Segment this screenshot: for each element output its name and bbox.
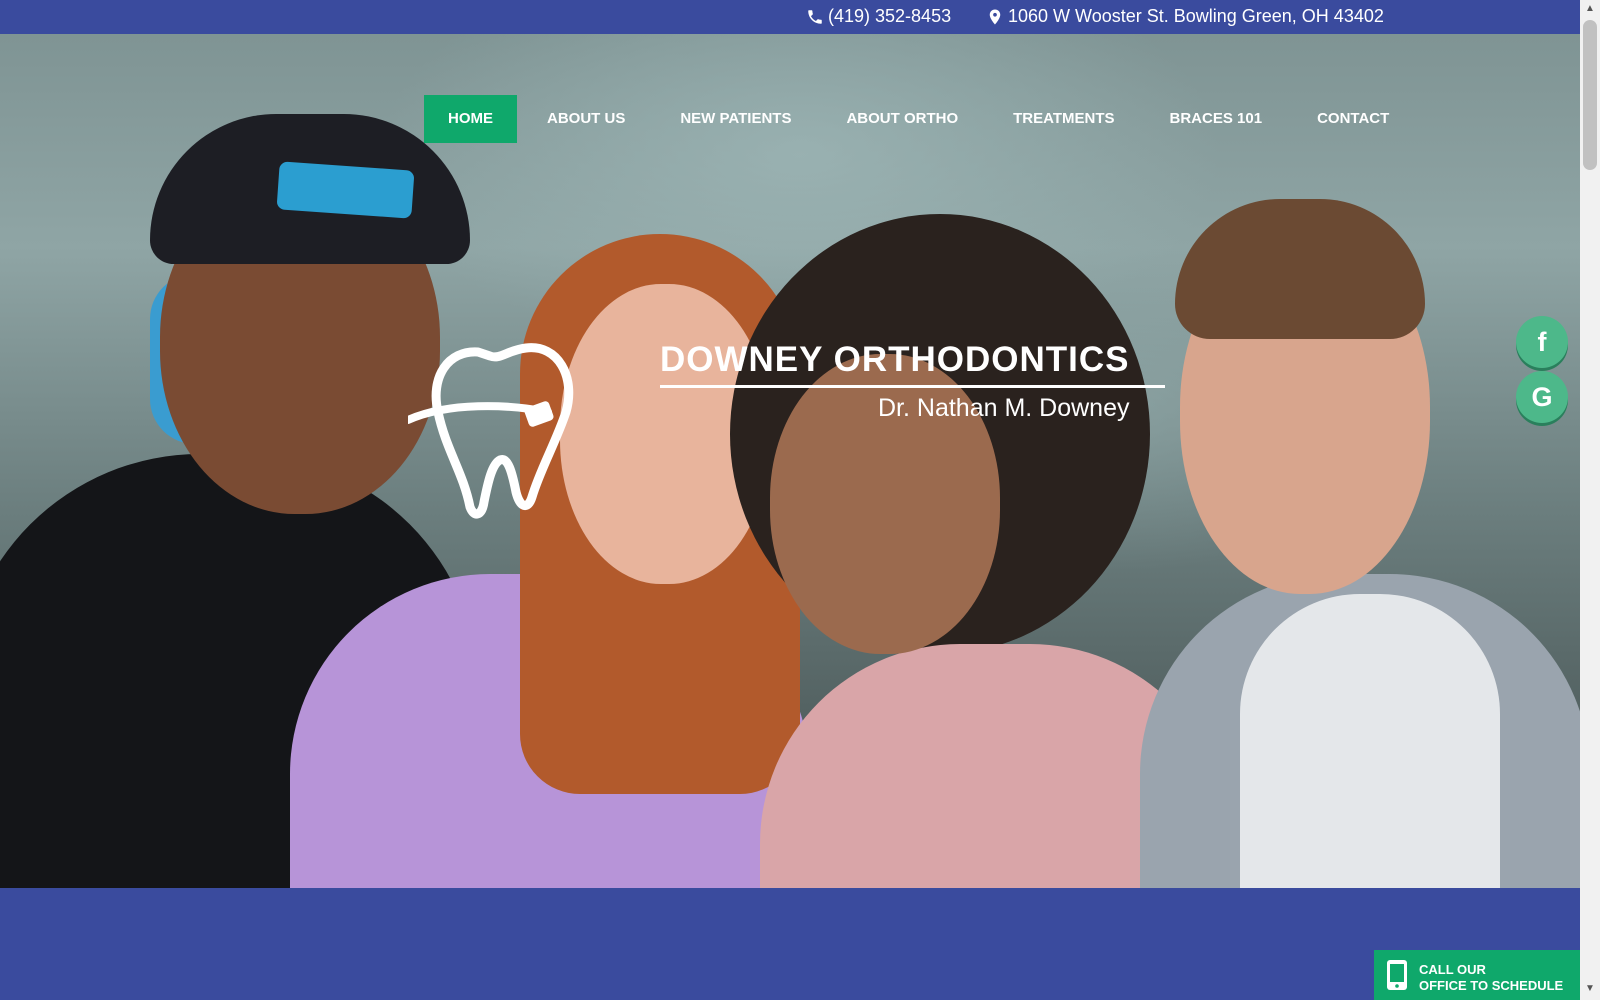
hero-photo-detail bbox=[1240, 594, 1500, 888]
phone-number[interactable]: (419) 352-8453 bbox=[828, 6, 951, 27]
nav-braces-101[interactable]: BRACES 101 bbox=[1146, 95, 1287, 143]
doctor-name: Dr. Nathan M. Downey bbox=[878, 394, 1130, 422]
cta-line-1: CALL OUR bbox=[1419, 962, 1486, 977]
nav-about-us[interactable]: ABOUT US bbox=[523, 95, 649, 143]
phone-contact[interactable]: (419) 352-8453 bbox=[806, 6, 951, 27]
facebook-icon: f bbox=[1537, 326, 1547, 357]
main-navigation: HOME ABOUT US NEW PATIENTS ABOUT ORTHO T… bbox=[424, 95, 1420, 143]
site-logo[interactable]: DOWNEY ORTHODONTICS Dr. Nathan M. Downey bbox=[408, 332, 1168, 522]
address-contact[interactable]: 1060 W Wooster St. Bowling Green, OH 434… bbox=[986, 6, 1384, 27]
hero-banner: HOME ABOUT US NEW PATIENTS ABOUT ORTHO T… bbox=[0, 34, 1580, 888]
cta-line-2: OFFICE TO SCHEDULE bbox=[1419, 978, 1564, 993]
top-contact-bar: (419) 352-8453 1060 W Wooster St. Bowlin… bbox=[0, 0, 1580, 34]
scroll-down-arrow-icon[interactable]: ▼ bbox=[1583, 983, 1597, 997]
scroll-up-arrow-icon[interactable]: ▲ bbox=[1583, 3, 1597, 17]
nav-contact[interactable]: CONTACT bbox=[1293, 95, 1413, 143]
logo-divider bbox=[660, 385, 1165, 388]
hero-photo-detail bbox=[276, 161, 415, 219]
google-icon: G bbox=[1531, 381, 1553, 412]
nav-about-ortho[interactable]: ABOUT ORTHO bbox=[822, 95, 982, 143]
tooth-logo-icon bbox=[408, 343, 574, 519]
map-marker-icon bbox=[989, 9, 1001, 24]
nav-home[interactable]: HOME bbox=[424, 95, 517, 143]
mobile-phone-icon bbox=[1387, 960, 1407, 990]
scrollbar-thumb[interactable] bbox=[1583, 20, 1597, 170]
phone-icon bbox=[808, 9, 822, 24]
call-to-schedule-button[interactable]: CALL OUR OFFICE TO SCHEDULE bbox=[1374, 950, 1580, 1000]
address-text[interactable]: 1060 W Wooster St. Bowling Green, OH 434… bbox=[1008, 6, 1384, 27]
google-button[interactable]: G bbox=[1516, 371, 1568, 423]
nav-treatments[interactable]: TREATMENTS bbox=[989, 95, 1138, 143]
facebook-button[interactable]: f bbox=[1516, 316, 1568, 368]
nav-new-patients[interactable]: NEW PATIENTS bbox=[656, 95, 815, 143]
practice-name: DOWNEY ORTHODONTICS bbox=[660, 340, 1130, 379]
hero-photo-detail bbox=[1175, 199, 1425, 339]
